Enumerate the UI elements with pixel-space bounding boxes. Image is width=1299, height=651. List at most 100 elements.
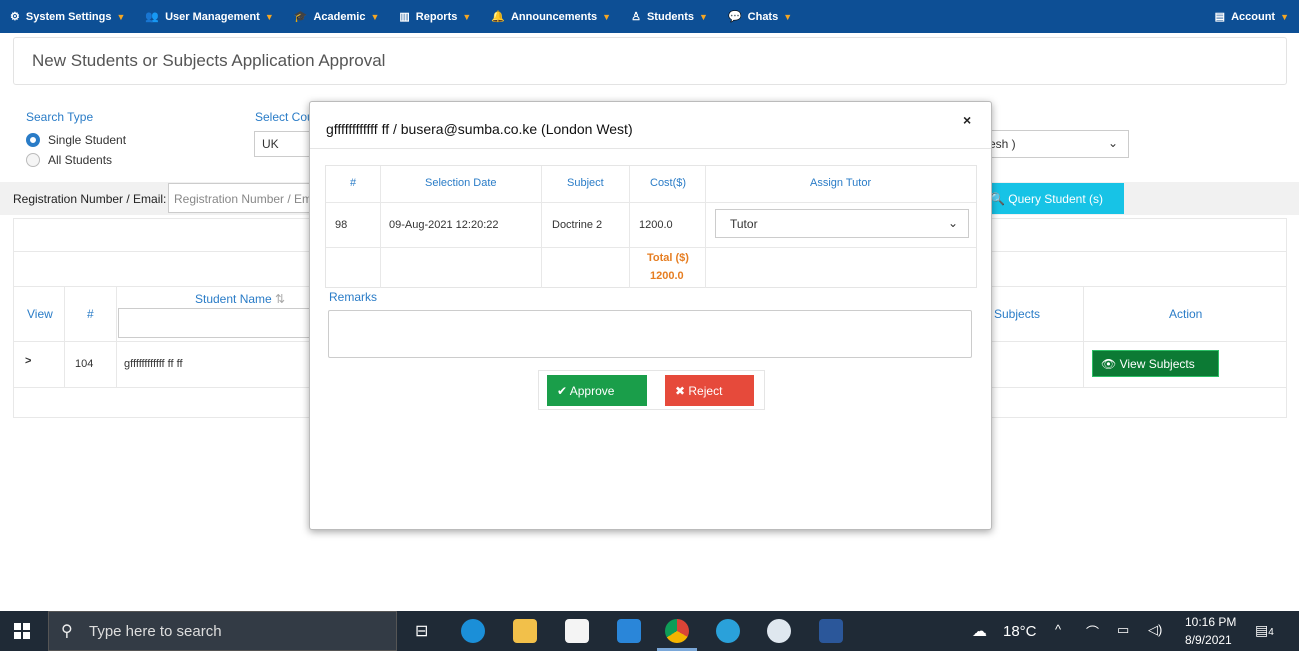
reject-label: Reject (688, 384, 723, 398)
edge-icon[interactable] (461, 619, 485, 643)
header-label: Student Name (195, 292, 272, 306)
store-icon[interactable] (565, 619, 589, 643)
chevron-down-icon: ⌄ (947, 216, 958, 230)
task-view-icon[interactable]: ⊟ (415, 621, 428, 641)
chevron-down-icon: ▼ (783, 11, 793, 22)
action-button-group: ✔ Approve ✖ Reject (538, 370, 765, 410)
table-divider (326, 202, 976, 203)
mail-icon[interactable] (617, 619, 641, 643)
telegram-icon[interactable] (716, 619, 740, 643)
id-card-icon: ▤ (1214, 11, 1226, 23)
volume-icon[interactable]: ◁) (1148, 622, 1162, 638)
page-title: New Students or Subjects Application App… (32, 51, 386, 70)
graduation-cap-icon: 🎓 (293, 11, 308, 23)
nav-label: Reports (415, 10, 458, 23)
nav-label: System Settings (25, 10, 112, 23)
row-student-name: gffffffffffff ff ff (124, 358, 183, 370)
header-cost: Cost($) (650, 177, 687, 189)
nav-label: Academic (313, 10, 366, 23)
radio-single-student[interactable]: Single Student (26, 133, 126, 147)
column-divider (629, 166, 630, 288)
close-icon[interactable]: × (963, 112, 971, 128)
approval-modal: gffffffffffff ff / busera@sumba.co.ke (L… (309, 101, 992, 530)
search-icon: ⚲ (61, 623, 73, 640)
chevron-down-icon: ▼ (370, 11, 380, 22)
nav-academic[interactable]: 🎓 Academic ▼ (284, 0, 390, 33)
query-student-button[interactable]: 🔍 Query Student (s) (985, 183, 1124, 214)
reject-button[interactable]: ✖ Reject (665, 375, 754, 406)
header-subject: Subject (567, 177, 604, 189)
region-select[interactable]: esh ) ⌄ (985, 130, 1129, 158)
nav-reports[interactable]: ▥ Reports ▼ (389, 0, 481, 33)
wifi-icon[interactable]: ⌒ (1086, 622, 1099, 641)
remarks-textarea[interactable] (328, 310, 972, 358)
eye-icon: 👁 (1101, 357, 1120, 371)
sort-icon[interactable]: ⇅ (272, 292, 285, 306)
nav-announcements[interactable]: 🔔 Announcements ▼ (481, 0, 621, 33)
registration-label: Registration Number / Email: (13, 192, 167, 206)
file-explorer-icon[interactable] (513, 619, 537, 643)
bar-chart-icon: ▥ (399, 11, 410, 23)
notification-count: 4 (1268, 627, 1274, 638)
nav-label: User Management (165, 10, 260, 23)
registration-input[interactable]: Registration Number / Emai (168, 183, 313, 213)
row-cost: 1200.0 (639, 219, 673, 231)
column-divider (64, 286, 65, 387)
header-assign-tutor: Assign Tutor (810, 177, 872, 189)
header-number: # (87, 307, 94, 321)
windows-taskbar: ⚲ Type here to search ⊟ ☁ 18°C ^ ⌒ ▭ ◁) 1… (0, 611, 1299, 651)
battery-icon[interactable]: ▭ (1117, 622, 1129, 638)
top-navbar: ⚙ System Settings ▼ 👥 User Management ▼ 🎓 Aca… (0, 0, 1299, 33)
student-name-filter-input[interactable] (118, 308, 313, 338)
country-select[interactable]: UK (254, 131, 314, 157)
assign-tutor-select[interactable]: Tutor ⌄ (715, 209, 969, 238)
check-icon: ✔ (557, 384, 570, 398)
users-icon: 👥 (145, 11, 160, 23)
nav-account[interactable]: ▤ Account ▼ (1205, 0, 1299, 33)
approve-button[interactable]: ✔ Approve (547, 375, 647, 406)
select-country-label: Select Cou (255, 110, 314, 124)
chevron-up-icon[interactable]: ^ (1055, 622, 1061, 637)
row-selection-date: 09-Aug-2021 12:20:22 (389, 219, 499, 231)
column-divider (1083, 286, 1084, 387)
nav-students[interactable]: ♙ Students ▼ (621, 0, 718, 33)
radio-all-students[interactable]: All Students (26, 153, 112, 167)
modal-divider (310, 148, 991, 149)
view-subjects-button[interactable]: 👁 View Subjects (1092, 350, 1219, 377)
column-divider (380, 166, 381, 288)
weather-icon[interactable]: ☁ (972, 622, 987, 640)
modal-title: gffffffffffff ff / busera@sumba.co.ke (L… (326, 121, 633, 137)
taskbar-search-input[interactable]: ⚲ Type here to search (48, 611, 397, 651)
region-select-value: esh ) (989, 137, 1016, 151)
header-student-name[interactable]: Student Name ⇅ (195, 292, 285, 306)
word-icon[interactable] (819, 619, 843, 643)
notification-icon[interactable]: ▤4 (1255, 622, 1274, 639)
nav-system-settings[interactable]: ⚙ System Settings ▼ (0, 0, 135, 33)
column-divider (705, 166, 706, 288)
header-view: View (27, 307, 53, 321)
chrome-icon[interactable] (665, 619, 689, 643)
row-subject: Doctrine 2 (552, 219, 603, 231)
chevron-down-icon: ▼ (1280, 11, 1289, 22)
radio-button[interactable] (26, 153, 40, 167)
chevron-down-icon: ▼ (462, 11, 472, 22)
expand-row-icon[interactable]: > (25, 355, 31, 367)
chevron-down-icon: ⌄ (1107, 136, 1118, 150)
postgres-icon[interactable] (767, 619, 791, 643)
chat-icon: 💬 (727, 11, 742, 23)
clock-time[interactable]: 10:16 PM (1185, 615, 1236, 629)
view-subjects-label: View Subjects (1119, 357, 1195, 371)
windows-start-icon[interactable] (14, 623, 30, 639)
temperature[interactable]: 18°C (1003, 623, 1037, 640)
nav-user-management[interactable]: 👥 User Management ▼ (135, 0, 283, 33)
page-header-card: New Students or Subjects Application App… (13, 37, 1287, 85)
chevron-down-icon: ▼ (116, 11, 126, 22)
clock-date[interactable]: 8/9/2021 (1185, 633, 1232, 647)
subjects-table: # Selection Date Subject Cost($) Assign … (325, 165, 977, 288)
nav-chats[interactable]: 💬 Chats ▼ (718, 0, 802, 33)
nav-label: Students (646, 10, 695, 23)
chevron-down-icon: ▼ (699, 11, 708, 22)
taskbar-search-placeholder: Type here to search (89, 623, 222, 640)
radio-button-checked[interactable] (26, 133, 40, 147)
chevron-down-icon: ▼ (602, 11, 612, 22)
